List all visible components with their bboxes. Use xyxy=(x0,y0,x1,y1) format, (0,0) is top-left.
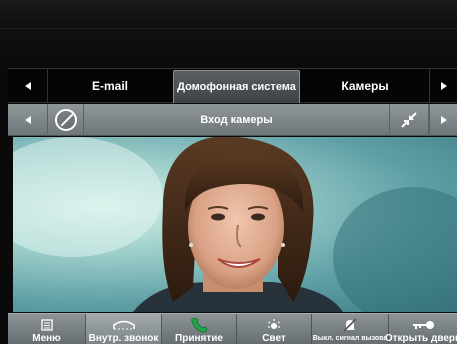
camera-header: Вход камеры xyxy=(8,104,457,136)
dial-button[interactable] xyxy=(48,104,84,136)
tab-cameras-label: Камеры xyxy=(341,79,389,93)
light-icon xyxy=(268,318,280,329)
tab-prev-button[interactable] xyxy=(8,69,48,103)
shrink-button[interactable] xyxy=(389,104,429,136)
tab-email-label: E-mail xyxy=(91,79,128,93)
tab-bar: E-mail Домофонная система Камеры xyxy=(8,68,457,103)
tab-email[interactable]: E-mail xyxy=(48,69,172,103)
light-button-label: Свет xyxy=(262,333,286,344)
camera-next-button[interactable] xyxy=(429,104,457,136)
triangle-right-icon xyxy=(440,82,447,90)
accept-button-label: Принятие xyxy=(175,333,223,344)
tab-intercom[interactable]: Домофонная система xyxy=(173,70,300,103)
internal-call-button[interactable]: Внутр. звонок xyxy=(86,314,162,344)
tab-next-button[interactable] xyxy=(429,69,457,103)
tab-cameras[interactable]: Камеры xyxy=(302,69,428,103)
open-door-button-label: Открыть дверь xyxy=(384,333,457,344)
camera-prev-button[interactable] xyxy=(8,104,48,136)
visitor-face-image xyxy=(13,137,457,312)
dial-icon xyxy=(54,109,77,131)
handset-icon xyxy=(191,317,208,332)
menu-icon xyxy=(40,318,53,331)
internal-call-icon xyxy=(112,320,135,329)
mute-bell-icon xyxy=(343,317,357,332)
accept-button[interactable]: Принятие xyxy=(162,314,237,344)
mute-bell-button-label: Выкл. сигнал вызова xyxy=(312,335,388,342)
tab-intercom-label: Домофонная система xyxy=(177,81,296,93)
shrink-icon xyxy=(401,112,417,128)
camera-title: Вход камеры xyxy=(200,114,273,126)
top-bezel xyxy=(0,0,457,68)
triangle-right-icon xyxy=(440,116,447,124)
triangle-left-icon xyxy=(24,116,31,124)
light-button[interactable]: Свет xyxy=(237,314,312,344)
key-icon xyxy=(413,320,434,329)
menu-button[interactable]: Меню xyxy=(8,314,86,344)
camera-video-feed[interactable] xyxy=(13,137,457,312)
mute-bell-button[interactable]: Выкл. сигнал вызова xyxy=(312,314,389,344)
open-door-button[interactable]: Открыть дверь xyxy=(385,314,457,344)
internal-call-button-label: Внутр. звонок xyxy=(88,333,159,344)
action-bar: Меню Внутр. звонок Принятие Свет Выкл. с… xyxy=(8,313,457,344)
triangle-left-icon xyxy=(24,82,31,90)
menu-button-label: Меню xyxy=(32,333,61,344)
